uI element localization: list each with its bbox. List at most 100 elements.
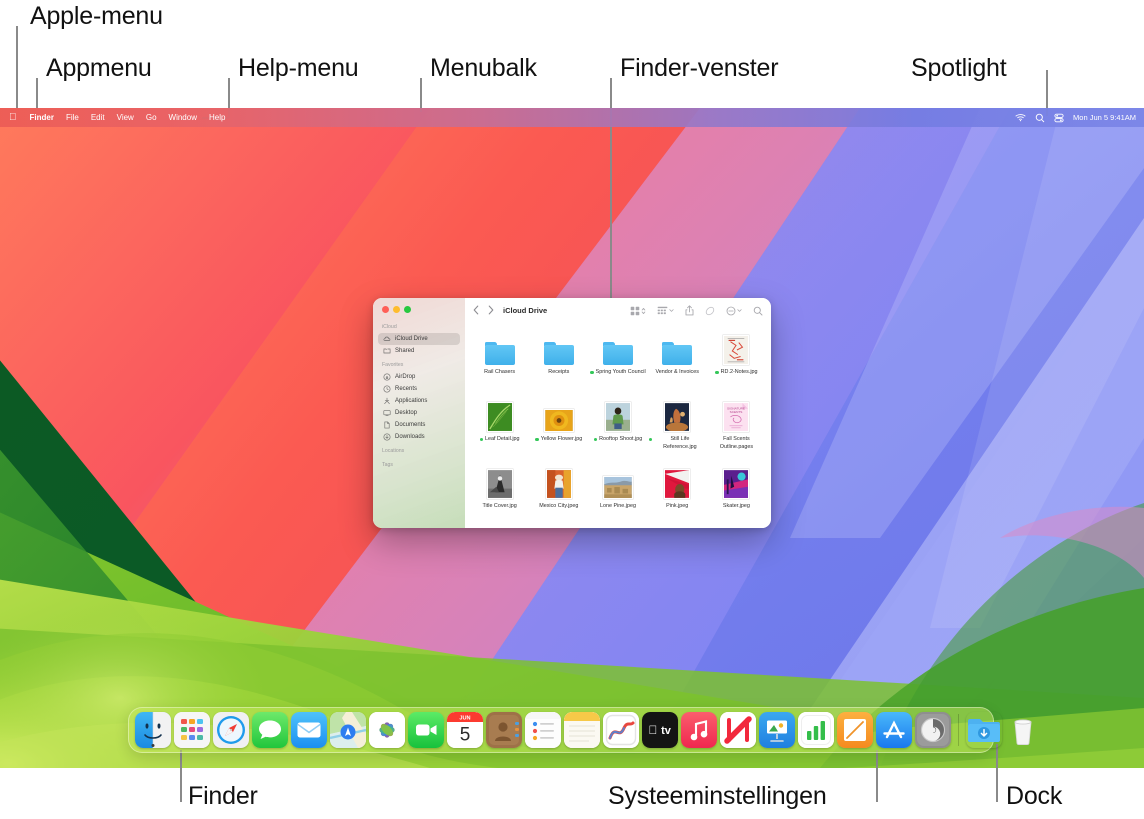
finder-icon[interactable]: [135, 712, 171, 748]
contacts-icon[interactable]: [486, 712, 522, 748]
file-label: Leaf Detail.jpg: [479, 436, 520, 444]
dock[interactable]: JUN 5 tv: [128, 707, 1032, 753]
sidebar-item-recents[interactable]: Recents: [378, 383, 460, 395]
menubar-item-view[interactable]: View: [111, 108, 140, 127]
file-item[interactable]: Vendor & Invoices: [649, 327, 706, 394]
file-item[interactable]: Receipts: [530, 327, 587, 394]
share-icon[interactable]: [685, 305, 694, 316]
sidebar-item-shared[interactable]: Shared: [378, 345, 460, 357]
numbers-icon[interactable]: [798, 712, 834, 748]
wifi-icon[interactable]: [1015, 113, 1026, 122]
menubar-item-app[interactable]: Finder: [24, 108, 60, 127]
reminders-icon[interactable]: [525, 712, 561, 748]
sidebar-item-documents[interactable]: Documents: [378, 419, 460, 431]
file-label: Rail Chasers: [484, 369, 516, 375]
file-item[interactable]: Spring Youth Council: [589, 327, 646, 394]
sidebar-item-airdrop[interactable]: AirDrop: [378, 371, 460, 383]
sidebar-item-label: Recents: [395, 386, 418, 392]
photos-icon[interactable]: [369, 712, 405, 748]
appstore-icon[interactable]: [876, 712, 912, 748]
tag-icon[interactable]: [705, 306, 715, 316]
control-center-icon[interactable]: [1054, 113, 1064, 123]
finder-toolbar-actions: [630, 305, 763, 316]
applications-icon: [383, 397, 391, 405]
file-thumbnail: [483, 465, 517, 499]
safari-icon[interactable]: [213, 712, 249, 748]
file-item[interactable]: Still Life Reference.jpg: [648, 394, 706, 461]
file-label: Yellow Flower.jpg: [535, 436, 582, 444]
file-item[interactable]: Rooftop Shoot.jpg: [589, 394, 646, 461]
messages-icon[interactable]: [252, 712, 288, 748]
launchpad-icon[interactable]: [174, 712, 210, 748]
menubar-item-edit[interactable]: Edit: [85, 108, 111, 127]
sidebar-item-icloud-drive[interactable]: iCloud Drive: [378, 333, 460, 345]
chevron-left-icon[interactable]: [473, 305, 479, 317]
file-thumbnail: [719, 465, 753, 499]
apple-menu-icon[interactable]: : [7, 108, 24, 127]
appletv-icon[interactable]:  tv: [642, 712, 678, 748]
callout-line-system-settings: [876, 750, 878, 802]
close-button[interactable]: [382, 306, 389, 313]
menubar-item-go[interactable]: Go: [140, 108, 163, 127]
file-label: Lone Pine.jpeg: [600, 503, 636, 509]
sidebar-item-downloads[interactable]: Downloads: [378, 431, 460, 443]
cloud-icon: [383, 335, 391, 343]
file-item[interactable]: Pink.jpeg: [649, 461, 706, 528]
folder-icon: [601, 331, 635, 365]
file-label: Still Life Reference.jpg: [648, 436, 706, 451]
finder-file-grid[interactable]: Rail Chasers Receipts Spring Youth Counc…: [465, 323, 771, 528]
screenshot-stage:  Finder File Edit View Go Window Help: [0, 0, 1144, 819]
spotlight-search-icon[interactable]: [1035, 113, 1045, 123]
menubar-item-window[interactable]: Window: [163, 108, 203, 127]
notes-icon[interactable]: [564, 712, 600, 748]
group-by-icon[interactable]: [657, 306, 674, 316]
file-item[interactable]: Yellow Flower.jpg: [530, 394, 587, 461]
pages-icon[interactable]: [837, 712, 873, 748]
menubar-clock[interactable]: Mon Jun 5 9:41AM: [1073, 113, 1136, 122]
menubar[interactable]:  Finder File Edit View Go Window Help: [0, 108, 1144, 127]
calendar-month-label: JUN: [459, 715, 470, 721]
facetime-icon[interactable]: [408, 712, 444, 748]
file-item[interactable]: Rail Chasers: [471, 327, 528, 394]
callout-line-apple-menu: [16, 26, 18, 108]
file-item[interactable]: SIGNATURE SCENTS Fall Scents Outline.pag…: [708, 394, 765, 461]
sidebar-item-desktop[interactable]: Desktop: [378, 407, 460, 419]
shared-folder-icon: [383, 347, 391, 355]
finder-toolbar[interactable]: iCloud Drive: [465, 298, 771, 323]
file-label: Fall Scents Outline.pages: [719, 436, 754, 450]
file-item[interactable]: Mexico City.jpeg: [530, 461, 587, 528]
file-item[interactable]: Leaf Detail.jpg: [471, 394, 528, 461]
keynote-icon[interactable]: [759, 712, 795, 748]
sidebar-item-label: AirDrop: [395, 374, 416, 380]
news-icon[interactable]: [720, 712, 756, 748]
file-thumbnail: [542, 398, 576, 432]
system-settings-icon[interactable]: [915, 712, 951, 748]
file-item[interactable]: Title Cover.jpg: [471, 461, 528, 528]
file-item[interactable]: Skater.jpeg: [708, 461, 765, 528]
finder-window[interactable]: iCloud iCloud Drive Shared Favorites Air…: [373, 298, 771, 528]
trash-icon[interactable]: [1005, 712, 1041, 748]
finder-sidebar[interactable]: iCloud iCloud Drive Shared Favorites Air…: [373, 298, 465, 528]
menubar-item-file[interactable]: File: [60, 108, 85, 127]
file-thumbnail: [660, 398, 694, 432]
search-icon[interactable]: [753, 306, 763, 316]
calendar-icon[interactable]: JUN 5: [447, 712, 483, 748]
menubar-item-help[interactable]: Help: [203, 108, 231, 127]
icon-view-icon[interactable]: [630, 306, 646, 316]
music-icon[interactable]: [681, 712, 717, 748]
maps-icon[interactable]: [330, 712, 366, 748]
sidebar-item-applications[interactable]: Applications: [378, 395, 460, 407]
chevron-right-icon[interactable]: [488, 305, 494, 317]
file-item[interactable]: Lone Pine.jpeg: [589, 461, 646, 528]
sidebar-header-locations: Locations: [382, 448, 405, 454]
mail-icon[interactable]: [291, 712, 327, 748]
freeform-icon[interactable]: [603, 712, 639, 748]
dock-item-finder[interactable]: [135, 712, 171, 748]
downloads-folder-icon[interactable]: [966, 712, 1002, 748]
zoom-button[interactable]: [404, 306, 411, 313]
sidebar-header-icloud: iCloud: [382, 324, 397, 330]
callout-label-apple-menu: Apple-menu: [30, 2, 163, 30]
minimize-button[interactable]: [393, 306, 400, 313]
file-item[interactable]: RD.2-Notes.jpg: [708, 327, 765, 394]
action-menu-icon[interactable]: [726, 306, 742, 316]
